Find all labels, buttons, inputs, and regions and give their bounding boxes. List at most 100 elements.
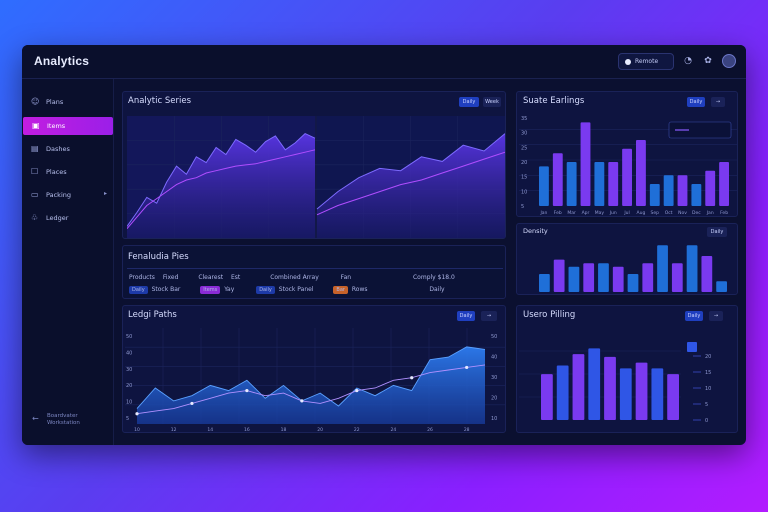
x-tick-label: Aug bbox=[637, 210, 646, 216]
earnings-bar bbox=[539, 166, 549, 206]
column-header: Fixed bbox=[162, 274, 179, 281]
y-tick-label: 5 bbox=[521, 204, 524, 210]
sidebar-item-places[interactable]: ☐ Places bbox=[22, 163, 114, 181]
earnings-bar bbox=[552, 153, 563, 206]
remote-toggle-label: Remote bbox=[635, 58, 659, 65]
users-bar bbox=[556, 365, 569, 420]
column-header: Comply $18.0 bbox=[412, 274, 455, 281]
table-cell: Daily bbox=[429, 286, 445, 293]
daily-filter-chip[interactable]: Daily bbox=[457, 311, 475, 321]
footer-line: Boardvater bbox=[47, 413, 78, 419]
list-icon: ☐ bbox=[31, 167, 39, 176]
next-arrow-chip[interactable]: → bbox=[711, 97, 725, 107]
sidebar-item-items[interactable]: ▣ Items bbox=[23, 117, 113, 135]
table-header-row: Products Fixed Clearest Est Combined Arr… bbox=[129, 274, 455, 281]
feature-panel: Fenaludia Pies Products Fixed Clearest E… bbox=[122, 245, 506, 299]
earnings-bar bbox=[622, 148, 632, 206]
density-bar bbox=[716, 281, 727, 292]
density-bar bbox=[553, 259, 565, 292]
status-dot bbox=[625, 59, 631, 65]
ledger-point bbox=[465, 365, 469, 370]
users-panel: Usero Pilling Daily → 20 15 10 5 0 bbox=[516, 305, 738, 433]
daily-filter-chip[interactable]: Daily bbox=[459, 97, 479, 107]
settings-icon[interactable]: ✿ bbox=[702, 55, 714, 67]
earnings-bar bbox=[594, 162, 605, 206]
panel-title: Analytic Series bbox=[128, 96, 192, 106]
x-tick-label: 12 bbox=[171, 427, 177, 432]
column-header: Products bbox=[129, 274, 155, 281]
x-tick-label: Jul bbox=[623, 210, 629, 216]
y-tick-label: 40 bbox=[126, 350, 132, 356]
divider bbox=[127, 268, 503, 269]
remote-toggle[interactable]: Remote bbox=[618, 53, 674, 70]
column-header: Est bbox=[230, 274, 241, 281]
y-tick-label: 10 bbox=[521, 189, 527, 195]
x-tick-label: Dec bbox=[692, 210, 701, 216]
x-tick-label: 10 bbox=[134, 427, 140, 432]
sidebar-item-ledger[interactable]: ♧ Ledger bbox=[22, 209, 114, 227]
status-badge: Daily bbox=[129, 286, 148, 294]
density-bar bbox=[598, 263, 609, 292]
sidebar-item-packing[interactable]: ▭ Packing ▸ bbox=[22, 186, 114, 204]
density-bar bbox=[583, 263, 595, 292]
users-bar bbox=[604, 356, 616, 420]
y-tick-label: 35 bbox=[521, 116, 527, 122]
earnings-bar bbox=[719, 162, 729, 206]
ledger-point bbox=[190, 401, 194, 406]
earnings-bar bbox=[608, 162, 619, 206]
avatar[interactable] bbox=[722, 54, 736, 68]
sidebar-item-label: Ledger bbox=[46, 214, 69, 222]
back-arrow-icon: ← bbox=[32, 414, 39, 423]
ledger-point bbox=[245, 388, 249, 393]
topbar: Analytics Remote ◔ ✿ bbox=[22, 45, 746, 79]
bell-icon[interactable]: ◔ bbox=[682, 55, 694, 67]
density-bar bbox=[642, 263, 654, 292]
density-bar bbox=[657, 245, 668, 292]
y-tick-label-right: 40 bbox=[491, 355, 497, 361]
y-tick-label: 10 bbox=[705, 386, 711, 392]
density-bar bbox=[612, 266, 624, 292]
week-filter-chip[interactable]: Week bbox=[483, 97, 501, 107]
users-legend-swatch bbox=[687, 342, 697, 352]
y-tick-label: 5 bbox=[126, 416, 129, 422]
sidebar-item-label: Items bbox=[47, 122, 66, 130]
app-title: Analytics bbox=[34, 54, 90, 68]
daily-filter-chip[interactable]: Daily bbox=[685, 311, 703, 321]
next-arrow-chip[interactable]: → bbox=[709, 311, 723, 321]
ledger-point bbox=[355, 388, 359, 393]
table-cell: Yay bbox=[224, 286, 235, 293]
table-row[interactable]: Daily Stock Bar Items Yay Daily Stock Pa… bbox=[129, 286, 445, 294]
x-tick-label: May bbox=[595, 210, 605, 216]
state-earnings-panel: Suate Earlings Daily → 35 30 25 20 15 10 5 Jan F… bbox=[516, 91, 738, 217]
sidebar-item-dashes[interactable]: ▤ Dashes bbox=[22, 140, 114, 158]
tag-icon: ♧ bbox=[31, 213, 39, 222]
ledger-point bbox=[300, 399, 304, 403]
y-tick-label: 5 bbox=[705, 402, 708, 408]
column-header: Fan bbox=[340, 274, 352, 281]
y-tick-label: 10 bbox=[126, 400, 132, 406]
x-tick-label: 26 bbox=[427, 427, 433, 432]
x-tick-label: 18 bbox=[281, 427, 287, 432]
ledger-point bbox=[135, 412, 139, 416]
x-tick-label: Apr bbox=[582, 210, 590, 216]
users-bar bbox=[635, 362, 648, 420]
earnings-bar bbox=[566, 162, 577, 206]
y-tick-label: 25 bbox=[521, 145, 527, 151]
density-bar bbox=[686, 245, 698, 292]
status-badge: Daily bbox=[256, 286, 275, 294]
density-panel: Density Daily bbox=[516, 223, 738, 295]
density-bar bbox=[627, 274, 639, 292]
y-tick-label: 15 bbox=[705, 370, 711, 376]
daily-filter-chip[interactable]: Daily bbox=[687, 97, 705, 107]
panel-title: Fenaludia Pies bbox=[128, 252, 189, 262]
sidebar-item-label: Places bbox=[46, 168, 67, 176]
sidebar-item-plans[interactable]: ☺ Plans bbox=[22, 93, 114, 111]
x-tick-label: 24 bbox=[391, 427, 397, 432]
chart-icon: ▤ bbox=[31, 144, 39, 153]
y-tick-label: 30 bbox=[521, 131, 527, 137]
status-badge: Items bbox=[200, 286, 221, 294]
next-arrow-chip[interactable]: → bbox=[481, 311, 497, 321]
density-bar bbox=[539, 274, 550, 292]
ledger-paths-chart: 50 40 30 20 10 5 50 40 30 20 10 10 12 14 16 18 20 22 24 26 2… bbox=[125, 328, 505, 432]
density-bar bbox=[701, 256, 713, 292]
